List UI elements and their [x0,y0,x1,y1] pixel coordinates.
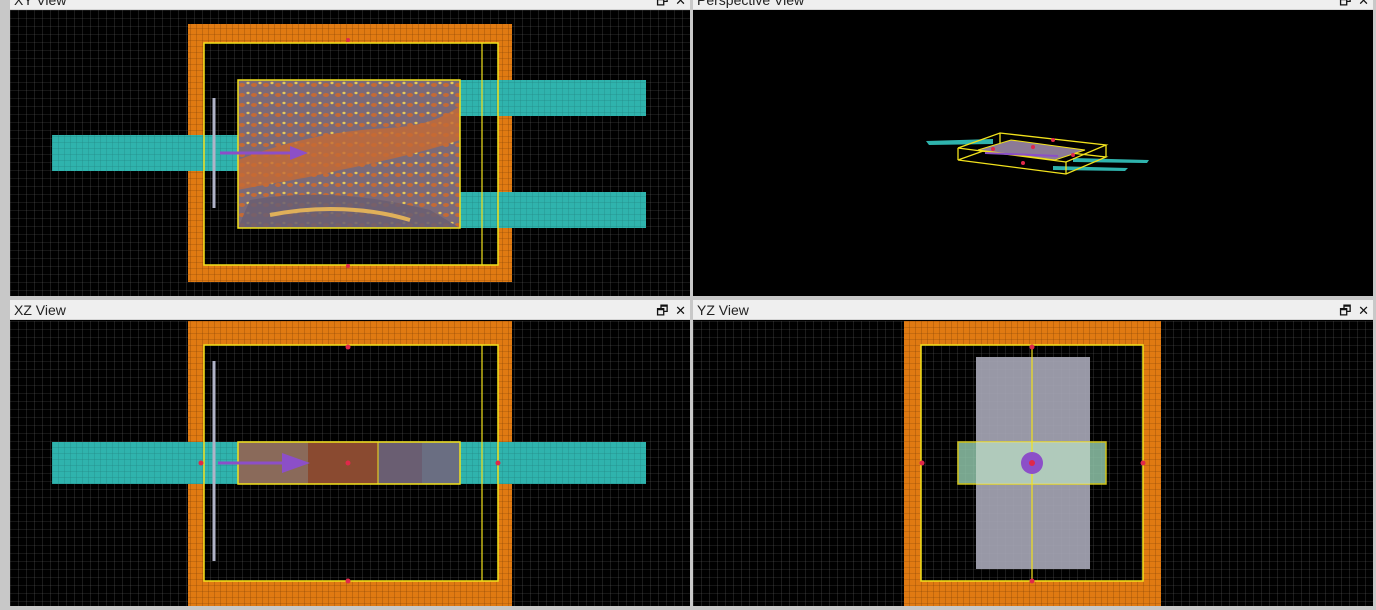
yz-view-canvas[interactable] [693,321,1373,606]
close-icon[interactable]: ✕ [675,0,686,9]
yz-view-drawing [693,321,1373,606]
xz-view-pane[interactable]: XZ View 🗗 ✕ [10,300,690,606]
close-icon[interactable]: ✕ [1358,303,1369,319]
xz-view-title: XZ View [14,302,66,318]
yz-view-pane[interactable]: YZ View 🗗 ✕ [693,300,1373,606]
perspective-view-title: Perspective View [697,0,805,8]
close-icon[interactable]: ✕ [675,303,686,319]
perspective-view-pane[interactable]: Perspective View 🗗 ✕ [693,0,1373,296]
xy-view-titlebar: XY View 🗗 ✕ [10,0,690,10]
xy-view-pane[interactable]: XY View 🗗 ✕ [10,0,690,296]
xy-view-canvas[interactable] [10,10,690,296]
perspective-drawing [693,10,1373,296]
xz-view-drawing [10,321,690,606]
xz-view-canvas[interactable] [10,321,690,606]
perspective-view-canvas[interactable] [693,10,1373,296]
yz-view-titlebar: YZ View 🗗 ✕ [693,300,1373,320]
xy-view-drawing [10,10,690,296]
yz-view-title: YZ View [697,302,749,318]
xy-view-title: XY View [14,0,67,8]
perspective-view-titlebar: Perspective View 🗗 ✕ [693,0,1373,10]
close-icon[interactable]: ✕ [1358,0,1369,9]
xz-view-titlebar: XZ View 🗗 ✕ [10,300,690,320]
